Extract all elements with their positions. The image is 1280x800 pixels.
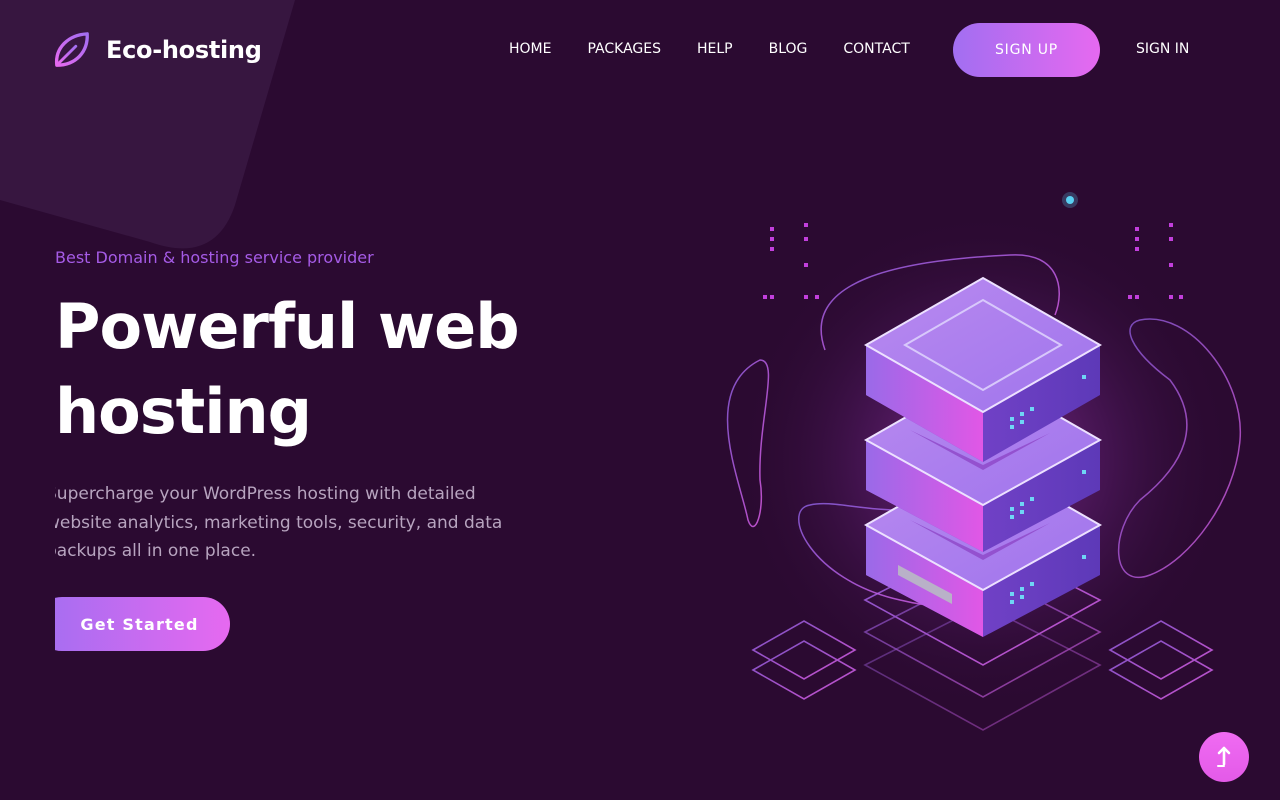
brand-logo[interactable]: Eco-hosting [53, 31, 262, 69]
arrow-up-icon [1217, 746, 1231, 767]
nav-help[interactable]: HELP [697, 39, 733, 59]
landing-page: Eco-hosting HOME PACKAGES HELP BLOG CONT… [0, 0, 1280, 800]
server-stack-illustration [726, 192, 1241, 731]
hero-subtitle: Best Domain & hosting service provider [55, 248, 374, 267]
brand-name: Eco-hosting [106, 36, 262, 64]
nav-home[interactable]: HOME [509, 39, 551, 59]
hero-description: Supercharge your WordPress hosting with … [55, 484, 503, 561]
sign-up-button[interactable]: SIGN UP [953, 23, 1100, 77]
main-nav: HOME PACKAGES HELP BLOG CONTACT [491, 39, 928, 59]
hero-description-container: Supercharge your WordPress hosting with … [55, 480, 515, 572]
nav-blog[interactable]: BLOG [769, 39, 808, 59]
get-started-button[interactable]: Get Started [55, 597, 230, 651]
nav-packages[interactable]: PACKAGES [587, 39, 661, 59]
scroll-to-top-button[interactable] [1199, 732, 1249, 782]
sign-in-link[interactable]: SIGN IN [1136, 39, 1189, 59]
leaf-icon [55, 32, 89, 67]
cta-container: Get Started [55, 597, 235, 651]
nav-contact[interactable]: CONTACT [843, 39, 909, 59]
hero-title: Powerful web hosting [55, 290, 520, 448]
